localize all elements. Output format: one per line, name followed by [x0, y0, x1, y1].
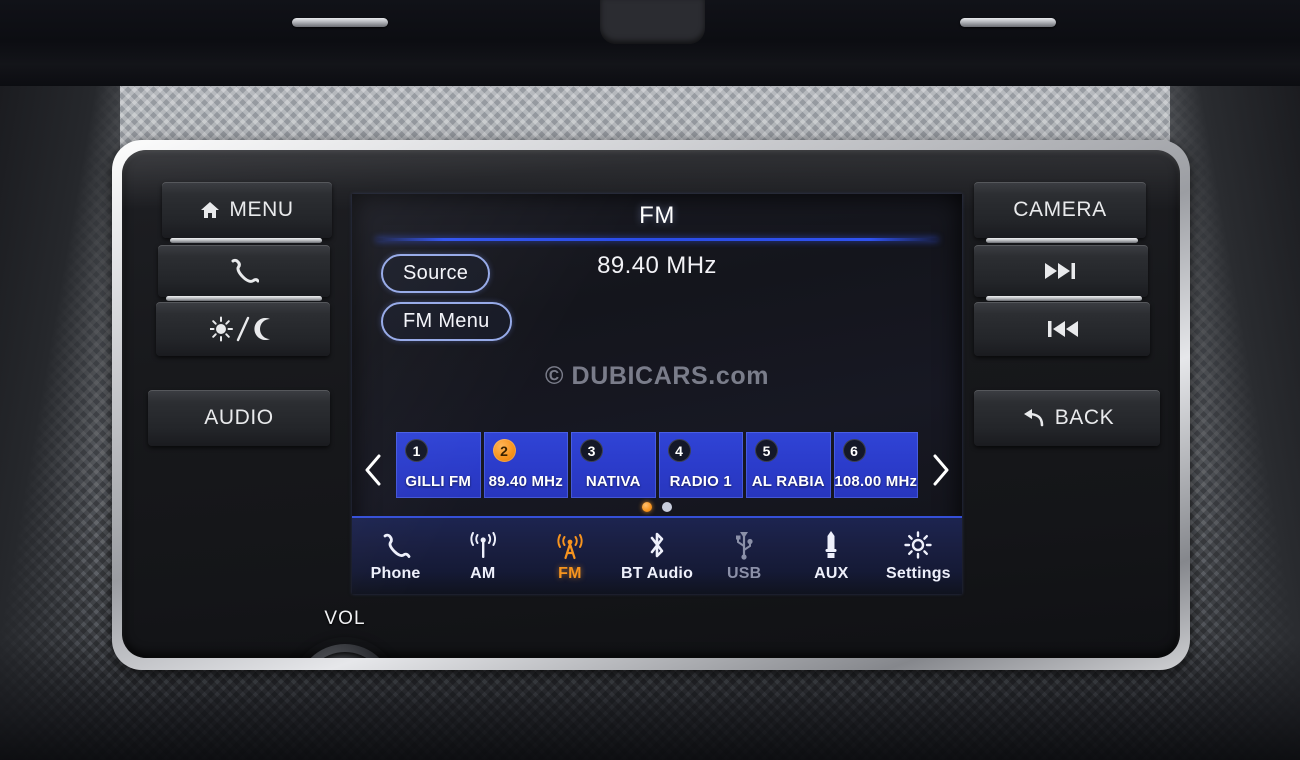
day-night-button[interactable] — [156, 302, 330, 356]
nav-item-am[interactable]: AM — [439, 518, 526, 594]
preset-name: AL RABIA — [751, 473, 825, 490]
button-separator-left-1 — [170, 238, 322, 243]
audio-button-label: AUDIO — [204, 406, 274, 429]
home-icon — [200, 201, 220, 219]
back-button-label: BACK — [1054, 406, 1115, 429]
page-dot-active[interactable] — [642, 502, 652, 512]
nav-item-bt-audio[interactable]: BT Audio — [613, 518, 700, 594]
nav-label: FM — [558, 564, 582, 582]
vent-chrome-right — [960, 18, 1056, 27]
screen-title: FM — [639, 202, 675, 229]
button-separator-right-1 — [986, 238, 1138, 243]
nav-item-aux[interactable]: AUX — [788, 518, 875, 594]
preset-tile[interactable]: 3 NATIVA — [571, 432, 656, 498]
nav-label: Settings — [886, 564, 951, 582]
volume-knob[interactable] — [287, 635, 403, 658]
radio-waves-icon — [465, 530, 501, 560]
presets-area: 1 GILLI FM 2 89.40 MHz 3 NATIVA 4 RADIO … — [352, 432, 962, 514]
volume-knob-label: VOL — [324, 608, 366, 629]
nav-item-phone[interactable]: Phone — [352, 518, 439, 594]
audio-button[interactable]: AUDIO — [148, 390, 330, 446]
back-button[interactable]: BACK — [974, 390, 1160, 446]
preset-number: 1 — [405, 439, 428, 462]
preset-tile[interactable]: 6 108.00 MHz — [833, 432, 918, 498]
dashboard-scene: MENU AUDIO CAMERA BACK FM 89.40 MHz Sour… — [0, 0, 1300, 760]
preset-name: 108.00 MHz — [834, 473, 918, 490]
back-arrow-icon — [1020, 408, 1046, 428]
source-navbar: Phone AM FM BT Audio USB AUX Settings — [352, 516, 962, 594]
presets-next-arrow[interactable] — [928, 450, 954, 490]
nav-label: USB — [726, 564, 762, 582]
gear-icon — [903, 530, 933, 560]
menu-button-label: MENU — [229, 198, 294, 221]
preset-name: RADIO 1 — [669, 473, 732, 490]
chevron-left-icon — [364, 454, 382, 486]
radio-tower-icon — [552, 530, 588, 560]
camera-button[interactable]: CAMERA — [974, 182, 1146, 238]
phone-handset-icon — [381, 530, 411, 560]
preset-name: GILLI FM — [405, 473, 472, 490]
source-button[interactable]: Source — [381, 254, 491, 293]
volume-knob-group: VOL PUSH — [270, 608, 420, 658]
next-track-button[interactable] — [974, 245, 1148, 297]
button-separator-left-2 — [166, 296, 322, 301]
usb-icon — [732, 530, 756, 560]
page-dot-inactive[interactable] — [662, 502, 672, 512]
fm-menu-button[interactable]: FM Menu — [381, 302, 512, 341]
preset-tile[interactable]: 5 AL RABIA — [746, 432, 831, 498]
nav-label: AUX — [814, 564, 849, 582]
preset-number: 6 — [842, 439, 866, 462]
nav-label: Phone — [370, 564, 421, 582]
phone-hard-button[interactable] — [158, 245, 330, 297]
preset-list: 1 GILLI FM 2 89.40 MHz 3 NATIVA 4 RADIO … — [396, 432, 918, 498]
preset-tile[interactable]: 2 89.40 MHz — [483, 432, 568, 498]
chevron-right-icon — [932, 454, 950, 486]
nav-item-fm[interactable]: FM — [526, 518, 613, 594]
presets-prev-arrow[interactable] — [360, 450, 386, 490]
prev-track-button[interactable] — [974, 302, 1150, 356]
nav-item-settings[interactable]: Settings — [875, 518, 962, 594]
next-track-icon — [1044, 262, 1078, 280]
aux-jack-icon — [820, 530, 842, 560]
nav-label: AM — [470, 564, 496, 582]
title-divider — [376, 238, 938, 241]
nav-item-usb[interactable]: USB — [701, 518, 788, 594]
preset-name: NATIVA — [585, 473, 641, 490]
center-vent-block — [600, 0, 705, 44]
button-separator-right-2 — [986, 296, 1142, 301]
head-unit-face: MENU AUDIO CAMERA BACK FM 89.40 MHz Sour… — [122, 150, 1180, 658]
page-indicator — [352, 502, 962, 512]
phone-icon — [229, 258, 259, 284]
preset-name: 89.40 MHz — [488, 473, 563, 490]
menu-button[interactable]: MENU — [162, 182, 332, 238]
infotainment-screen[interactable]: FM 89.40 MHz Source FM Menu © DUBICARS.c… — [352, 194, 962, 594]
bluetooth-icon — [645, 530, 669, 560]
preset-number: 2 — [492, 439, 516, 462]
camera-button-label: CAMERA — [1013, 198, 1107, 221]
preset-tile[interactable]: 4 RADIO 1 — [658, 432, 743, 498]
vent-chrome-left — [292, 18, 388, 27]
preset-tile[interactable]: 1 GILLI FM — [396, 432, 481, 498]
preset-number: 4 — [667, 439, 691, 462]
sun-moon-icon — [210, 316, 276, 342]
preset-number: 5 — [755, 439, 778, 462]
nav-label: BT Audio — [620, 564, 694, 582]
watermark-text: © DUBICARS.com — [544, 362, 770, 390]
preset-number: 3 — [580, 439, 603, 462]
prev-track-icon — [1045, 320, 1079, 338]
